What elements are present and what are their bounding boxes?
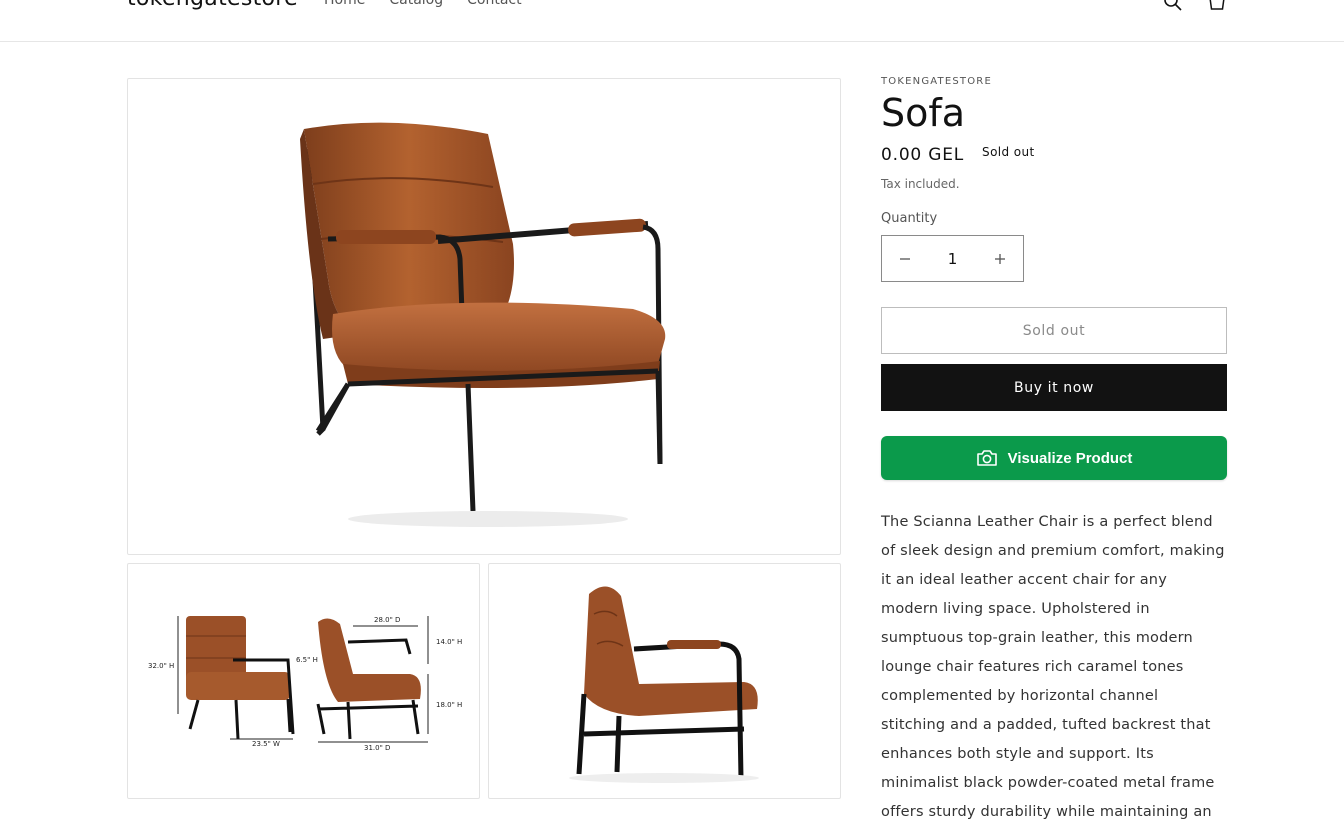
quantity-label: Quantity bbox=[881, 211, 938, 226]
plus-icon bbox=[995, 253, 1005, 264]
search-icon[interactable] bbox=[1161, 0, 1185, 14]
dim-label: 23.5" W bbox=[252, 740, 280, 748]
product-description: The Scianna Leather Chair is a perfect b… bbox=[881, 514, 1225, 820]
quantity-stepper bbox=[881, 235, 1024, 282]
product-price: 0.00 GEL bbox=[881, 145, 965, 165]
buy-now-button[interactable]: Buy it now bbox=[881, 364, 1227, 411]
product-title: Sofa bbox=[881, 91, 966, 135]
price-row: 0.00 GEL Sold out bbox=[881, 145, 1227, 165]
tax-note: Tax included. bbox=[881, 177, 960, 191]
product-thumbnail-dimensions[interactable]: 32.0" H 6.5" H 23.5" W 28.0" D 14.0" H 1… bbox=[127, 563, 480, 799]
leather-chair-image bbox=[300, 122, 666, 527]
dim-label: 31.0" D bbox=[364, 744, 390, 752]
visualize-product-label: Visualize Product bbox=[1007, 449, 1133, 467]
product-vendor: TOKENGATESTORE bbox=[881, 76, 992, 87]
nav-catalog[interactable]: Catalog bbox=[389, 0, 443, 8]
product-thumbnail-side[interactable] bbox=[488, 563, 841, 799]
minus-icon bbox=[900, 257, 910, 260]
dim-label: 18.0" H bbox=[436, 701, 462, 709]
dim-label: 28.0" D bbox=[374, 616, 400, 624]
main-nav: Home Catalog Contact bbox=[324, 0, 522, 8]
dim-label: 14.0" H bbox=[436, 638, 462, 646]
cart-icon[interactable] bbox=[1205, 0, 1229, 14]
sold-out-badge: Sold out bbox=[982, 145, 1035, 159]
visualize-product-button[interactable]: Visualize Product bbox=[881, 436, 1227, 480]
dim-label: 6.5" H bbox=[296, 656, 318, 664]
nav-home[interactable]: Home bbox=[324, 0, 365, 8]
camera-icon bbox=[976, 450, 997, 466]
store-logo[interactable]: tokengatestore bbox=[127, 0, 298, 11]
dim-label: 32.0" H bbox=[148, 662, 174, 670]
product-info: TOKENGATESTORE Sofa 0.00 GEL Sold out Ta… bbox=[881, 76, 1227, 827]
quantity-decrease-button[interactable] bbox=[882, 236, 928, 281]
sold-out-button[interactable]: Sold out bbox=[881, 307, 1227, 354]
quantity-increase-button[interactable] bbox=[977, 236, 1023, 281]
chair-side-image bbox=[569, 586, 759, 783]
site-header: tokengatestore Home Catalog Contact bbox=[0, 0, 1344, 42]
product-main-image[interactable] bbox=[127, 78, 841, 555]
nav-contact[interactable]: Contact bbox=[467, 0, 521, 8]
quantity-input[interactable] bbox=[929, 249, 976, 268]
chair-dimensions-image: 32.0" H 6.5" H 23.5" W 28.0" D 14.0" H 1… bbox=[148, 616, 462, 752]
